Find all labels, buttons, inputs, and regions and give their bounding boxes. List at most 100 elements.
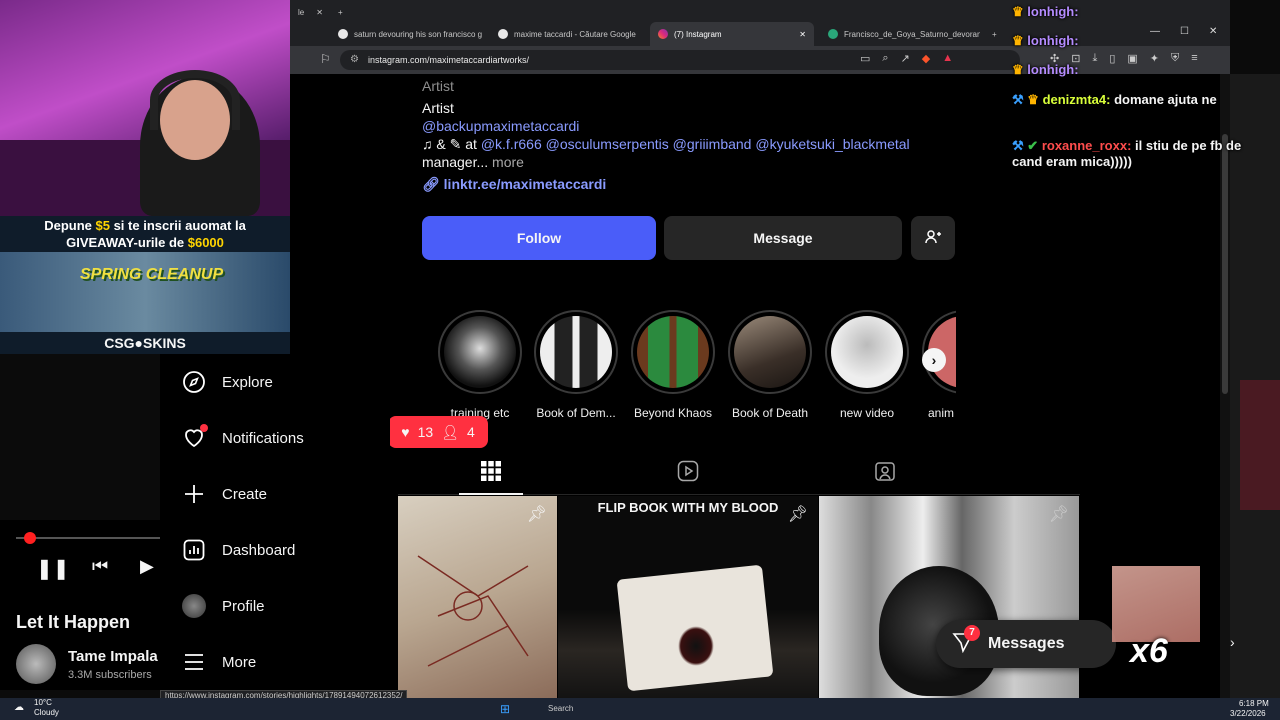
- windows-start-icon[interactable]: ⊞: [500, 702, 510, 716]
- wikimedia-icon: [828, 29, 838, 39]
- sidebar-item-label: More: [222, 653, 257, 671]
- browser-tab-active[interactable]: (7) Instagram ✕: [650, 22, 814, 46]
- highlight-cover: [444, 316, 516, 388]
- tab-posts[interactable]: [480, 460, 502, 487]
- active-tab-indicator: [459, 493, 523, 495]
- new-tab-button[interactable]: +: [330, 2, 351, 22]
- cast-icon[interactable]: ▭: [860, 52, 870, 65]
- tab-reels[interactable]: [677, 460, 699, 487]
- promo-art: SPRING CLEANUP: [0, 252, 290, 332]
- sidebar-item-dashboard[interactable]: Dashboard: [182, 538, 295, 562]
- add-person-icon: [924, 228, 942, 249]
- tab-label: Francisco_de_Goya_Saturno_devoran: [844, 29, 980, 39]
- chevron-right-icon[interactable]: ›: [1230, 634, 1235, 650]
- instagram-icon: [658, 29, 668, 39]
- taskbar-date[interactable]: 3/22/2026: [1230, 709, 1266, 718]
- tab-label: maxime taccardi - Căutare Google: [514, 29, 636, 39]
- verified-icon: ✔: [1027, 138, 1039, 153]
- highlight-cover: [831, 316, 903, 388]
- weather-desc[interactable]: Cloudy: [34, 708, 59, 717]
- post-caption: FLIP BOOK WITH MY BLOOD: [597, 500, 779, 515]
- post-thumbnail[interactable]: 📌︎: [819, 496, 1079, 702]
- follow-button[interactable]: Follow: [422, 216, 656, 260]
- tab-tagged[interactable]: [874, 460, 896, 487]
- chat-username: denizmta4:: [1042, 92, 1111, 107]
- highlight-cover: [637, 316, 709, 388]
- notification-dot: [200, 424, 208, 432]
- highlight-item[interactable]: new video: [825, 310, 909, 420]
- message-button[interactable]: Message: [664, 216, 902, 260]
- backup-account-link[interactable]: @backupmaximetaccardi: [422, 118, 579, 134]
- chat-username: lonhigh:: [1027, 62, 1079, 77]
- highlight-label: Beyond Khaos: [633, 406, 713, 420]
- crown-icon: ♛: [1012, 4, 1024, 19]
- bookmark-icon[interactable]: ⚐: [320, 52, 331, 66]
- pin-icon: 📌︎: [526, 506, 547, 523]
- progress-knob[interactable]: [24, 532, 36, 544]
- emote-multiplier: x6: [1130, 632, 1168, 670]
- google-icon: [498, 29, 508, 39]
- sidebar-item-profile[interactable]: Profile: [182, 594, 265, 618]
- play-next-icon[interactable]: ▶: [140, 556, 154, 577]
- sidebar-item-notifications[interactable]: Notifications: [182, 424, 304, 450]
- bio-mention-link[interactable]: @griiimband: [673, 136, 752, 152]
- highlight-item[interactable]: Beyond Khaos: [631, 310, 715, 420]
- pause-icon[interactable]: ❚❚: [36, 556, 70, 581]
- grid-icon: [480, 461, 502, 486]
- profile-bio-line: ♫ & ✎ at @k.f.r666 @osculumserpentis @gr…: [422, 136, 910, 153]
- share-icon[interactable]: ↗: [901, 52, 910, 65]
- chat-text: domane ajuta ne: [1114, 92, 1217, 107]
- heart-icon: ♥: [401, 424, 410, 440]
- sidebar-item-more[interactable]: More: [182, 650, 256, 674]
- chat-message: ♛ lonhigh:: [1012, 4, 1079, 20]
- artist-name[interactable]: Tame Impala: [68, 648, 158, 665]
- sidebar-item-explore[interactable]: Explore: [182, 370, 273, 394]
- chat-message: ⚒ ✔ roxanne_roxx: il stiu de pe fb de ca…: [1012, 138, 1274, 169]
- browser-tab[interactable]: le ✕: [290, 2, 331, 22]
- link-icon: 🔗︎: [422, 176, 440, 192]
- bio-mention-link[interactable]: @osculumserpentis: [546, 136, 669, 152]
- highlight-item[interactable]: training etc: [438, 310, 522, 420]
- activity-notification-bubble[interactable]: ♥ 13 👤︎ 4: [388, 416, 488, 448]
- progress-track[interactable]: [16, 537, 160, 539]
- new-tab-button[interactable]: +: [984, 22, 1005, 46]
- external-link[interactable]: 🔗︎ linktr.ee/maximetaccardi: [422, 176, 606, 193]
- highlight-item[interactable]: Book of Dem...: [534, 310, 618, 420]
- highlight-cover: [734, 316, 806, 388]
- badge-icon: ⚒: [1012, 138, 1024, 153]
- highlights-next-button[interactable]: ›: [922, 348, 946, 372]
- tagged-icon: [874, 462, 896, 486]
- artist-subscribers: 3.3M subscribers: [68, 669, 152, 681]
- site-info-icon[interactable]: ⚙: [350, 50, 359, 70]
- bio-mention-link[interactable]: @kyuketsuki_blackmetal: [755, 136, 909, 152]
- brave-shield-icon[interactable]: ◆: [922, 52, 930, 65]
- browser-tab[interactable]: saturn devouring his son francisco g: [330, 22, 486, 46]
- sidebar-item-label: Explore: [222, 373, 273, 391]
- artist-avatar[interactable]: [16, 644, 56, 684]
- highlight-item[interactable]: Book of Death: [728, 310, 812, 420]
- brave-rewards-icon[interactable]: ▲: [942, 52, 953, 65]
- bio-mention-link[interactable]: @k.f.r666: [481, 136, 542, 152]
- sidebar-item-create[interactable]: Create: [182, 482, 267, 506]
- music-note-icon: ♫: [422, 136, 433, 152]
- highlight-label: Book of Death: [731, 406, 809, 420]
- taskbar-time[interactable]: 6:18 PM: [1239, 699, 1269, 708]
- sidebar-item-label: Notifications: [222, 429, 304, 447]
- browser-tab[interactable]: Francisco_de_Goya_Saturno_devoran: [820, 22, 980, 46]
- bio-more-link[interactable]: more: [492, 154, 524, 170]
- tab-label: saturn devouring his son francisco g: [354, 29, 483, 39]
- browser-tab[interactable]: maxime taccardi - Căutare Google: [490, 22, 646, 46]
- previous-icon[interactable]: ⏮︎: [92, 556, 108, 577]
- zoom-icon[interactable]: ⌕: [882, 52, 888, 65]
- bio-text: manager...: [422, 154, 489, 170]
- taskbar-search[interactable]: Search: [548, 704, 573, 713]
- close-icon[interactable]: ✕: [799, 30, 806, 39]
- plus-icon: +: [992, 29, 997, 39]
- suggest-accounts-button[interactable]: [911, 216, 955, 260]
- post-thumbnail[interactable]: FLIP BOOK WITH MY BLOOD 📌︎: [558, 496, 818, 702]
- close-icon[interactable]: ✕: [316, 8, 323, 17]
- emote-image: [1112, 566, 1200, 642]
- messages-button[interactable]: 7 Messages: [936, 620, 1116, 668]
- crown-icon: ♛: [1012, 33, 1024, 48]
- post-thumbnail[interactable]: 📌︎: [398, 496, 557, 702]
